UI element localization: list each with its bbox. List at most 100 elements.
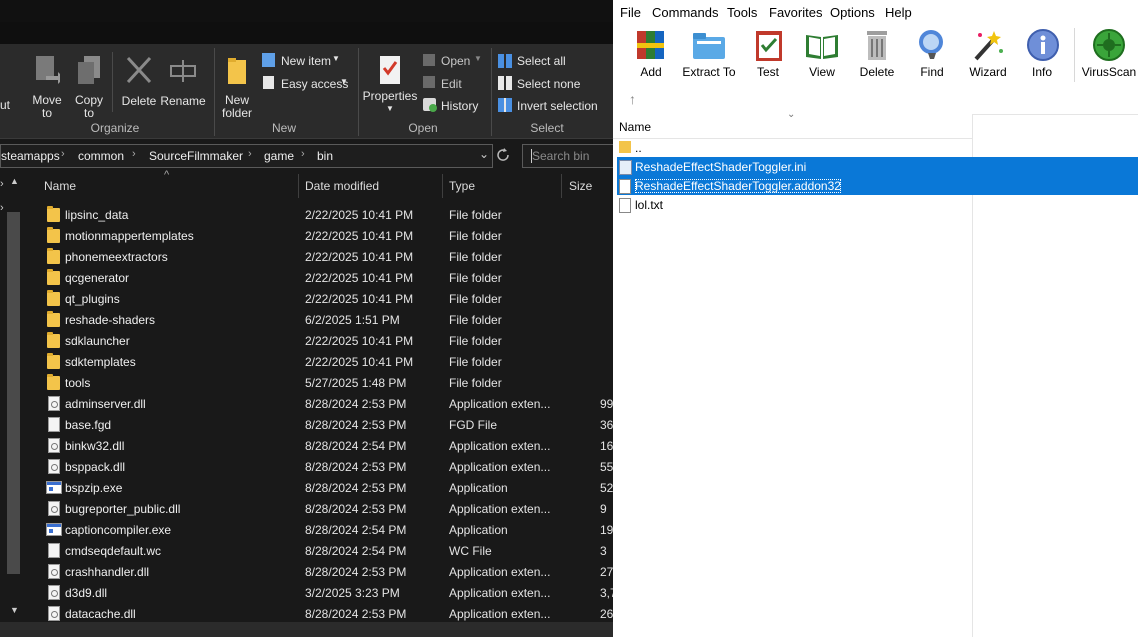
virusscan-button[interactable]: VirusScan <box>1081 24 1137 79</box>
wizard-button[interactable]: Wizard <box>967 24 1009 79</box>
history-button[interactable]: History <box>422 97 488 113</box>
menu-help[interactable]: Help <box>885 5 912 20</box>
extract-to-button[interactable]: Extract To <box>681 24 737 79</box>
file-type: Application exten... <box>449 397 551 411</box>
archive-item-row[interactable]: lol.txt <box>617 195 972 214</box>
refresh-button[interactable] <box>495 147 511 163</box>
file-row[interactable]: base.fgd 8/28/2024 2:53 PM FGD File 36 <box>40 414 613 435</box>
cut-label-partial[interactable]: ut <box>0 98 10 112</box>
file-row[interactable]: reshade-shaders 6/2/2025 1:51 PM File fold… <box>40 309 613 330</box>
breadcrumb-segment[interactable]: steamapps <box>1 149 60 163</box>
file-row[interactable]: lipsinc_data 2/22/2025 10:41 PM File folde… <box>40 204 613 225</box>
dll-file-icon <box>48 585 60 600</box>
address-bar[interactable]: steamapps › common › SourceFilmmaker › g… <box>0 144 493 168</box>
archive-item-row[interactable]: ReshadeEffectShaderToggler.addon32 <box>617 176 1138 195</box>
menu-favorites[interactable]: Favorites <box>769 5 822 20</box>
copy-to-button[interactable]: Copy to <box>72 50 106 124</box>
column-divider[interactable] <box>561 174 562 198</box>
address-dropdown-icon[interactable]: ⌄ <box>479 147 489 161</box>
file-name: tools <box>65 376 91 390</box>
open-icon <box>423 54 435 66</box>
easy-access-button[interactable]: Easy access ▼ <box>262 75 352 91</box>
file-row[interactable]: binkw32.dll 8/28/2024 2:54 PM Application … <box>40 435 613 456</box>
file-row[interactable]: adminserver.dll 8/28/2024 2:53 PM Applicat… <box>40 393 613 414</box>
file-row[interactable]: qcgenerator 2/22/2025 10:41 PM File folder <box>40 267 613 288</box>
select-none-button[interactable]: Select none <box>498 75 608 91</box>
file-row[interactable]: sdklauncher 2/22/2025 10:41 PM File folder <box>40 330 613 351</box>
file-type: Application exten... <box>449 439 551 453</box>
new-item-icon <box>262 53 275 67</box>
sort-descending-icon: ⌄ <box>787 109 796 120</box>
file-name: bspzip.exe <box>65 481 123 495</box>
properties-label: Properties <box>362 89 418 103</box>
file-name: base.fgd <box>65 418 112 432</box>
new-folder-button[interactable]: New folder <box>218 50 256 122</box>
file-row[interactable]: crashhandler.dll 8/28/2024 2:53 PM Applica… <box>40 561 613 582</box>
breadcrumb-segment[interactable]: common <box>78 149 124 163</box>
winrar-toolbar: Add Extract To Test View Delete Find Wiz… <box>613 24 1138 86</box>
edit-button[interactable]: Edit <box>422 75 488 91</box>
delete-archive-button[interactable]: Delete <box>857 24 897 79</box>
column-header-type[interactable]: Type <box>449 179 475 193</box>
delete-button[interactable]: Delete <box>120 50 158 110</box>
breadcrumb-segment[interactable]: SourceFilmmaker <box>149 149 243 163</box>
open-button[interactable]: Open ▼ <box>422 53 488 69</box>
file-row[interactable]: bugreporter_public.dll 8/28/2024 2:53 PM A… <box>40 498 613 519</box>
file-name: cmdseqdefault.wc <box>65 544 162 558</box>
menu-tools[interactable]: Tools <box>727 5 757 20</box>
trash-can-icon <box>859 27 895 63</box>
file-row[interactable]: bspzip.exe 8/28/2024 2:53 PM Application 52 <box>40 477 613 498</box>
column-header-name[interactable]: Name <box>619 120 651 134</box>
file-row[interactable]: cmdseqdefault.wc 8/28/2024 2:54 PM WC File… <box>40 540 613 561</box>
info-button[interactable]: Info <box>1025 24 1059 79</box>
archive-item-row[interactable]: ReshadeEffectShaderToggler.ini <box>617 157 1138 176</box>
file-type: File folder <box>449 334 502 348</box>
file-date: 6/2/2025 1:51 PM <box>305 313 400 327</box>
application-icon <box>46 481 62 494</box>
move-to-button[interactable]: Move to <box>30 50 64 124</box>
scroll-up-arrow-icon[interactable]: ▲ <box>10 176 19 186</box>
explorer-titlebar <box>0 0 613 22</box>
file-date: 8/28/2024 2:53 PM <box>305 481 407 495</box>
scroll-down-arrow-icon[interactable]: ▼ <box>10 605 19 615</box>
file-row[interactable]: bsppack.dll 8/28/2024 2:53 PM Application … <box>40 456 613 477</box>
file-size: 26 <box>600 607 613 621</box>
column-header-date[interactable]: Date modified <box>305 179 379 193</box>
file-row[interactable]: captioncompiler.exe 8/28/2024 2:54 PM Appl… <box>40 519 613 540</box>
column-header-size[interactable]: Size <box>569 179 592 193</box>
file-row[interactable]: qt_plugins 2/22/2025 10:41 PM File folder <box>40 288 613 309</box>
file-row[interactable]: tools 5/27/2025 1:48 PM File folder <box>40 372 613 393</box>
column-divider[interactable] <box>442 174 443 198</box>
file-row[interactable]: sdktemplates 2/22/2025 10:41 PM File folde… <box>40 351 613 372</box>
menu-file[interactable]: File <box>620 5 641 20</box>
new-item-button[interactable]: New item ▼ <box>262 53 352 69</box>
file-row[interactable]: phonemeextractors 2/22/2025 10:41 PM File … <box>40 246 613 267</box>
menu-commands[interactable]: Commands <box>652 5 718 20</box>
file-date: 8/28/2024 2:54 PM <box>305 523 407 537</box>
file-row[interactable]: motionmappertemplates 2/22/2025 10:41 PM F… <box>40 225 613 246</box>
invert-selection-button[interactable]: Invert selection <box>498 97 613 113</box>
up-arrow-icon[interactable]: ↑ <box>629 91 636 107</box>
column-header-name[interactable]: Name <box>44 179 76 193</box>
search-box[interactable]: Search bin <box>522 144 613 168</box>
file-row[interactable]: d3d9.dll 3/2/2025 3:23 PM Application exte… <box>40 582 613 603</box>
column-divider[interactable] <box>298 174 299 198</box>
file-row[interactable]: datacache.dll 8/28/2024 2:53 PM Applicatio… <box>40 603 613 624</box>
test-button[interactable]: Test <box>751 24 785 79</box>
menu-options[interactable]: Options <box>830 5 875 20</box>
folder-icon <box>47 269 60 285</box>
breadcrumb-segment[interactable]: bin <box>317 149 333 163</box>
copy-to-label: Copy to <box>74 93 103 120</box>
add-button[interactable]: Add <box>631 24 671 79</box>
open-label: Open <box>441 54 471 68</box>
select-all-button[interactable]: Select all <box>498 53 608 69</box>
find-button[interactable]: Find <box>913 24 951 79</box>
scrollbar-thumb[interactable] <box>7 212 20 574</box>
archive-item-row[interactable]: .. <box>617 138 972 157</box>
rename-button[interactable]: Rename <box>160 50 206 110</box>
breadcrumb-segment[interactable]: game <box>264 149 294 163</box>
easy-access-label: Easy access <box>281 77 349 91</box>
view-button[interactable]: View <box>801 24 843 79</box>
open-book-icon <box>804 27 840 63</box>
properties-button[interactable]: Properties ▼ <box>362 50 418 122</box>
